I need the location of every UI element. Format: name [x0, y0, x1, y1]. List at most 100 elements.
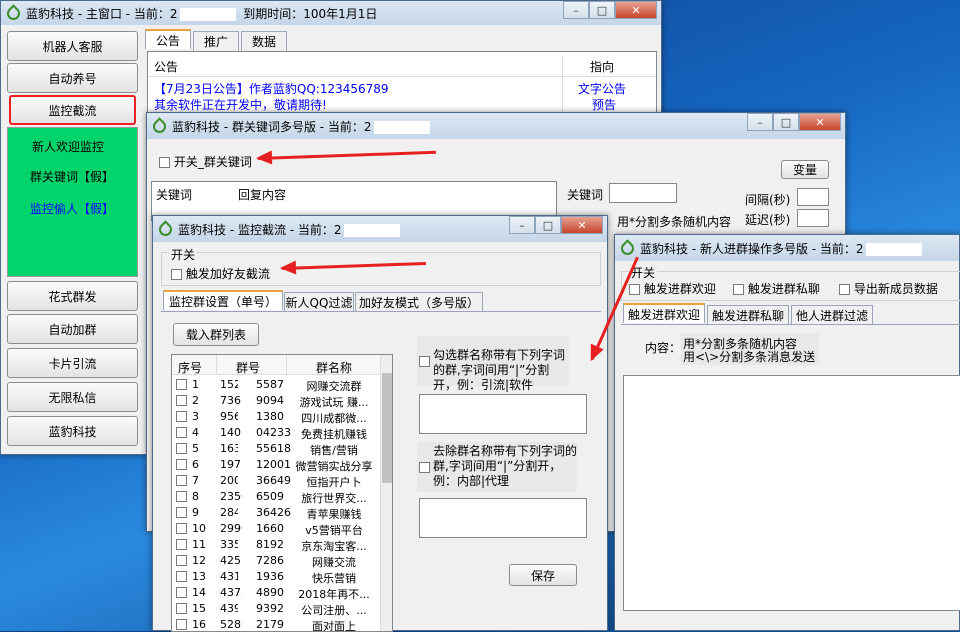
nav-card-drain[interactable]: 卡片引流	[7, 348, 138, 378]
row-group-name: 2018年再不...	[298, 588, 370, 601]
col-reply: 回复内容	[238, 188, 287, 202]
row-checkbox[interactable]	[176, 603, 187, 614]
notice-row-1-target[interactable]: 文字公告	[578, 80, 626, 97]
nav-unlimited-dm[interactable]: 无限私信	[7, 382, 138, 412]
exclude-words-checkbox[interactable]	[419, 460, 430, 474]
table-row[interactable]: 16 5289 2179 面对面上	[172, 617, 380, 631]
table-row[interactable]: 3 956 1380 四川成都微...	[172, 409, 380, 425]
tab-filter[interactable]: 他人进群过滤	[791, 305, 873, 325]
kw-switch[interactable]: 开关_群关键词	[159, 153, 252, 170]
kw-switch-checkbox[interactable]	[159, 157, 170, 168]
group-list-scrollbar[interactable]	[380, 355, 392, 631]
table-row[interactable]: 4 140 04233 免费挂机赚钱	[172, 425, 380, 441]
row-group-name: v5营销平台	[305, 524, 363, 537]
table-row[interactable]: 1 152 5587 网赚交流群	[172, 377, 380, 393]
table-row[interactable]: 2 736 9094 游戏试玩 赚...	[172, 393, 380, 409]
include-words-checkbox[interactable]	[419, 354, 430, 368]
row-checkbox[interactable]	[176, 539, 187, 550]
tab-newbie-qq-filter[interactable]: 新人QQ过滤	[284, 292, 354, 312]
row-checkbox[interactable]	[176, 587, 187, 598]
minimize-icon[interactable]: –	[747, 113, 773, 131]
table-row[interactable]: 11 3353 8192 京东淘宝客...	[172, 537, 380, 553]
row-seq: 7	[192, 474, 199, 487]
load-group-list-button[interactable]: 载入群列表	[173, 323, 259, 346]
nav-about[interactable]: 蓝豹科技	[7, 416, 138, 446]
group-list-table: 序号 群号 群名称 1 152 5587 网赚交流群 2 736 9094 游戏试玩 赚...…	[171, 354, 393, 632]
minimize-icon[interactable]: –	[509, 216, 535, 234]
table-row[interactable]: 5 163 55618 销售/营销	[172, 441, 380, 457]
nav-auto-nurture[interactable]: 自动养号	[7, 63, 138, 93]
row-group-name: 网赚交流	[312, 556, 356, 569]
check-private-chat[interactable]: 触发进群私聊	[733, 280, 820, 297]
table-row[interactable]: 14 4373 4890 2018年再不...	[172, 585, 380, 601]
row-checkbox[interactable]	[176, 507, 187, 518]
delay-input[interactable]	[797, 209, 829, 227]
welcome-content-input[interactable]	[623, 375, 960, 611]
tab-data[interactable]: 数据	[241, 31, 287, 51]
tab-promo[interactable]: 推广	[193, 31, 239, 51]
row-checkbox[interactable]	[176, 443, 187, 454]
notice-row-2-target[interactable]: 预告	[592, 96, 616, 113]
tab-monitor-group-settings[interactable]: 监控群设置（单号）	[163, 290, 283, 310]
table-row[interactable]: 15 4390 9392 公司注册、...	[172, 601, 380, 617]
tab-add-friend-mode[interactable]: 加好友模式（多号版）	[355, 292, 483, 312]
tab-welcome[interactable]: 触发进群欢迎	[623, 303, 705, 323]
sub-nav-steal[interactable]: 监控偷人【假】	[30, 200, 114, 217]
row-checkbox[interactable]	[176, 459, 187, 470]
row-checkbox[interactable]	[176, 395, 187, 406]
main-title: 蓝豹科技 - 主窗口 - 当前：2	[26, 6, 178, 21]
table-row[interactable]: 13 4312 1936 快乐营销	[172, 569, 380, 585]
row-group-id-suffix: 1380	[256, 410, 284, 423]
row-group-id: 197	[220, 458, 241, 471]
row-checkbox[interactable]	[176, 411, 187, 422]
notice-row-1[interactable]: 【7月23日公告】作者蓝豹QQ:123456789	[154, 80, 389, 97]
maximize-icon[interactable]: □	[773, 113, 799, 131]
check-export[interactable]: 导出新成员数据	[839, 280, 938, 297]
check-welcome[interactable]: 触发进群欢迎	[629, 280, 716, 297]
tab-private[interactable]: 触发进群私聊	[707, 305, 789, 325]
row-checkbox[interactable]	[176, 523, 187, 534]
close-icon[interactable]: ✕	[799, 113, 841, 131]
row-checkbox[interactable]	[176, 555, 187, 566]
row-checkbox[interactable]	[176, 571, 187, 582]
kw-input[interactable]	[609, 183, 677, 203]
check-export-checkbox[interactable]	[839, 284, 850, 295]
table-row[interactable]: 6 197 12001 微营销实战分享	[172, 457, 380, 473]
nav-robot-service[interactable]: 机器人客服	[7, 31, 138, 61]
maximize-icon[interactable]: □	[535, 216, 561, 234]
row-checkbox[interactable]	[176, 475, 187, 486]
row-seq: 16	[192, 618, 206, 631]
kw-titlebar: 蓝豹科技 - 群关键词多号版 - 当前：2 – □ ✕	[147, 113, 845, 139]
check-welcome-checkbox[interactable]	[629, 284, 640, 295]
table-row[interactable]: 7 2006 36649 恒指开户卜	[172, 473, 380, 489]
sub-nav-welcome[interactable]: 新人欢迎监控	[32, 138, 104, 155]
close-icon[interactable]: ✕	[561, 216, 603, 234]
trigger-add-friend[interactable]: 触发加好友截流	[171, 265, 270, 282]
nav-monitor-intercept[interactable]: 监控截流	[9, 95, 136, 125]
exclude-words-input[interactable]	[419, 498, 587, 538]
minimize-icon[interactable]: –	[563, 1, 589, 19]
close-icon[interactable]: ✕	[615, 1, 657, 19]
maximize-icon[interactable]: □	[589, 1, 615, 19]
var-button[interactable]: 变量	[781, 160, 829, 179]
tab-notice[interactable]: 公告	[145, 29, 191, 49]
notice-row-2[interactable]: 其余软件正在开发中，敬请期待!	[154, 96, 327, 113]
table-row[interactable]: 9 2842 36426 青苹果赚钱	[172, 505, 380, 521]
nav-auto-join[interactable]: 自动加群	[7, 314, 138, 344]
row-checkbox[interactable]	[176, 619, 187, 630]
check-private-chat-checkbox[interactable]	[733, 284, 744, 295]
row-checkbox[interactable]	[176, 427, 187, 438]
trigger-add-friend-checkbox[interactable]	[171, 269, 182, 280]
interval-input[interactable]	[797, 188, 829, 206]
row-checkbox[interactable]	[176, 379, 187, 390]
row-seq: 1	[192, 378, 199, 391]
save-button[interactable]: 保存	[509, 564, 577, 586]
nav-fancy-broadcast[interactable]: 花式群发	[7, 281, 138, 311]
row-seq: 8	[192, 490, 199, 503]
row-checkbox[interactable]	[176, 491, 187, 502]
table-row[interactable]: 10 2996 1660 v5营销平台	[172, 521, 380, 537]
table-row[interactable]: 8 2350 6509 旅行世界交...	[172, 489, 380, 505]
include-words-input[interactable]	[419, 394, 587, 434]
table-row[interactable]: 12 4257 7286 网赚交流	[172, 553, 380, 569]
sub-nav-keyword[interactable]: 群关键词【假】	[30, 168, 114, 185]
